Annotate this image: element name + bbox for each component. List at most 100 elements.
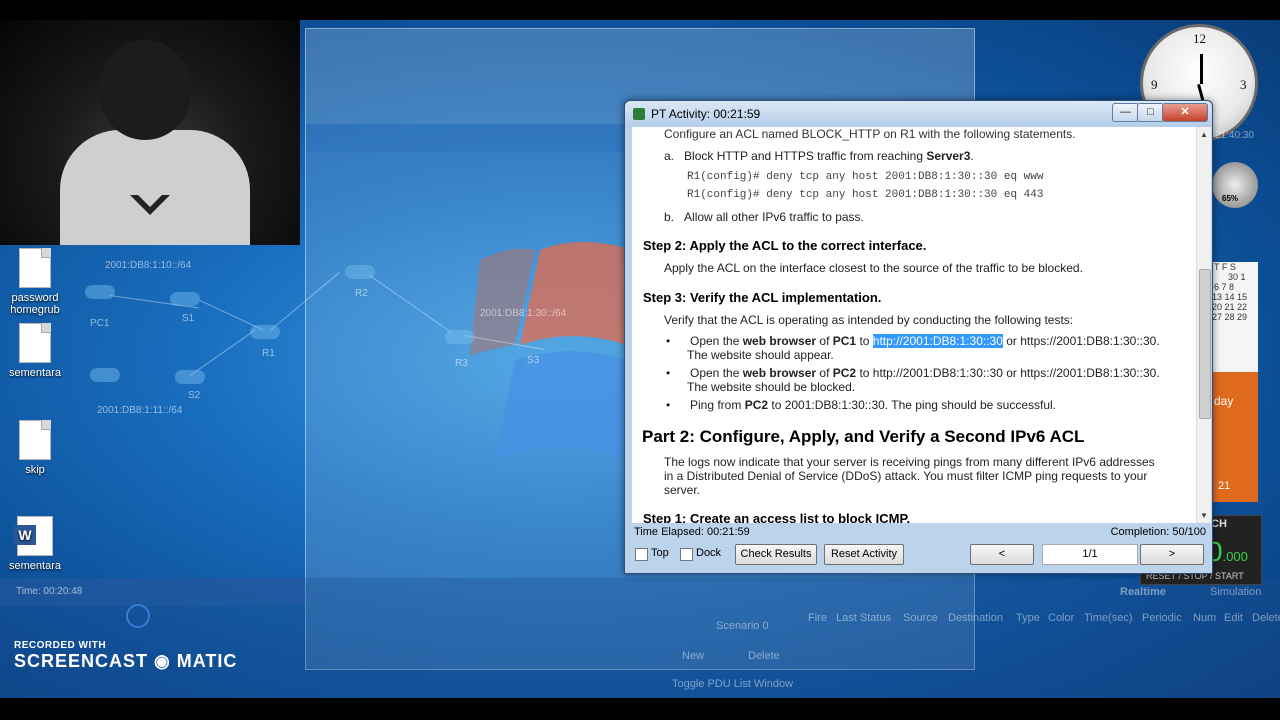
event-col: Periodic (1142, 612, 1182, 624)
reset-activity-button[interactable]: Reset Activity (824, 544, 904, 565)
event-col: Delete (1252, 612, 1280, 624)
delete-scenario-button[interactable]: Delete (748, 650, 780, 662)
scroll-down-icon[interactable]: ▼ (1200, 511, 1208, 520)
network-label: R1 (262, 348, 275, 359)
network-label: S1 (182, 313, 195, 324)
event-col: Type (1016, 612, 1040, 624)
word-document-icon: W (14, 516, 53, 556)
step2-text: Apply the ACL on the interface closest t… (664, 261, 1083, 275)
desktop-icon-skip[interactable]: skip (0, 420, 70, 476)
event-col: Time(sec) (1084, 612, 1133, 624)
desktop-icon-label: sementara (9, 560, 61, 572)
step-item-b: b. Allow all other IPv6 traffic to pass. (664, 210, 864, 224)
desktop-icon-label: skip (25, 464, 45, 476)
network-label: 2001:DB8:1:30::/64 (480, 308, 567, 319)
step-item-a: a. Block HTTP and HTTPS traffic from rea… (664, 149, 974, 163)
desktop-icon-label: password homegrub (10, 292, 60, 316)
event-col: Fire (808, 612, 827, 624)
vertical-scrollbar[interactable]: ▲ ▼ (1196, 127, 1211, 523)
packet-tracer-bottom-panel: Time: 00:20:48 (0, 578, 1280, 698)
time-elapsed: Time Elapsed: 00:21:59 (634, 526, 750, 538)
step3-heading: Step 3: Verify the ACL implementation. (643, 290, 882, 305)
maximize-button[interactable]: □ (1137, 103, 1164, 122)
scroll-thumb[interactable] (1199, 269, 1211, 419)
clock-number: 3 (1240, 77, 1247, 92)
document-icon (19, 323, 51, 363)
bullet-icon: • (666, 398, 671, 412)
selected-url[interactable]: http://2001:DB8:1:30::30 (872, 334, 1003, 348)
document-icon (19, 420, 51, 460)
dock-label: Dock (696, 547, 722, 559)
page-indicator: 1/1 (1042, 544, 1138, 565)
top-letterbox (0, 0, 1280, 20)
event-col: Edit (1224, 612, 1243, 624)
top-checkbox[interactable] (635, 548, 648, 561)
gadget-time: 21:40:30 (1215, 130, 1254, 141)
document-icon (19, 248, 51, 288)
network-label: S2 (188, 390, 201, 401)
desktop-icon-sementara[interactable]: sementara (0, 323, 70, 379)
next-page-button[interactable]: > (1140, 544, 1204, 565)
scroll-up-icon[interactable]: ▲ (1200, 130, 1208, 139)
new-scenario-button[interactable]: New (682, 650, 704, 662)
network-label: R2 (355, 288, 368, 299)
desktop-icon-label: sementara (9, 367, 61, 379)
cpu-meter-gadget: 65% (1212, 162, 1258, 208)
prev-page-button[interactable]: < (970, 544, 1034, 565)
config-line: Configure an ACL named BLOCK_HTTP on R1 … (664, 127, 1076, 141)
network-label: R3 (455, 358, 468, 369)
simulation-tab[interactable]: Simulation (1210, 586, 1261, 598)
bottom-letterbox (0, 698, 1280, 720)
step2-heading: Step 2: Apply the ACL to the correct int… (643, 238, 927, 253)
bullet-icon: • (666, 334, 671, 348)
pt-activity-window[interactable]: PT Activity: 00:21:59 — □ ✕ Configure an… (624, 100, 1213, 574)
screencast-watermark: RECORDED WITH SCREENCAST ◉ MATIC (14, 640, 238, 671)
network-label: PC1 (90, 318, 110, 329)
test-bullet-2: Open the web browser of PC2 to http://20… (690, 366, 1160, 380)
scenario-select[interactable]: Scenario 0 (716, 620, 769, 632)
bullet-icon: • (666, 366, 671, 380)
clock-number: 12 (1193, 31, 1206, 46)
time-label: Time: 00:20:48 (0, 578, 305, 606)
test-bullet-2-result: The website should be blocked. (687, 380, 856, 394)
network-label: 2001:DB8:1:10::/64 (105, 260, 192, 271)
part2-text: server. (664, 483, 701, 497)
mouse-cursor-icon (126, 604, 150, 628)
check-results-button[interactable]: Check Results (735, 544, 817, 565)
command-line: R1(config)# deny tcp any host 2001:DB8:1… (687, 171, 1044, 183)
command-line: R1(config)# deny tcp any host 2001:DB8:1… (687, 189, 1044, 201)
test-bullet-1-result: The website should appear. (687, 348, 834, 362)
step1-heading: Step 1: Create an access list to block I… (643, 511, 911, 523)
dock-checkbox[interactable] (680, 548, 693, 561)
event-col: Destination (948, 612, 1004, 624)
step3-text: Verify that the ACL is operating as inte… (664, 313, 1074, 327)
event-col: Last Status (836, 612, 892, 624)
desktop-icon-sementara-word[interactable]: W sementara (0, 516, 70, 572)
calendar-day-gadget: day 21 (1210, 372, 1258, 502)
activity-controls: Top Dock Check Results Reset Activity < … (632, 543, 1210, 567)
title-bar[interactable]: PT Activity: 00:21:59 — □ ✕ (625, 101, 1212, 127)
network-label: 2001:DB8:1:11::/64 (97, 405, 183, 416)
toggle-pdu-list-button[interactable]: Toggle PDU List Window (672, 678, 793, 690)
event-col: Num (1193, 612, 1217, 624)
part2-text: The logs now indicate that your server i… (664, 455, 1155, 469)
event-col: Color (1048, 612, 1075, 624)
realtime-tab[interactable]: Realtime (1120, 586, 1166, 598)
part2-text: in a Distributed Denial of Service (DDoS… (664, 469, 1148, 483)
part2-heading: Part 2: Configure, Apply, and Verify a S… (642, 427, 1085, 446)
test-bullet-3: Ping from PC2 to 2001:DB8:1:30::30. The … (690, 398, 1057, 412)
status-bar: Time Elapsed: 00:21:59 Completion: 50/10… (632, 525, 1210, 541)
clock-number: 9 (1151, 77, 1158, 92)
minimize-button[interactable]: — (1112, 103, 1139, 122)
network-label: S3 (527, 355, 540, 366)
packet-tracer-icon (633, 108, 645, 120)
calendar-gadget: T F S 30 1 6 7 8 13 14 15 20 21 22 27 28… (1210, 262, 1258, 372)
top-label: Top (651, 547, 669, 559)
instructions-pane[interactable]: Configure an ACL named BLOCK_HTTP on R1 … (632, 127, 1196, 523)
close-button[interactable]: ✕ (1162, 103, 1208, 122)
event-col: Source (903, 612, 938, 624)
desktop-icon-password[interactable]: password homegrub (0, 248, 70, 316)
test-bullet-1: Open the web browser of PC1 to http://20… (690, 334, 1160, 348)
window-title: PT Activity: 00:21:59 (651, 107, 761, 121)
completion-score: Completion: 50/100 (1110, 526, 1206, 538)
